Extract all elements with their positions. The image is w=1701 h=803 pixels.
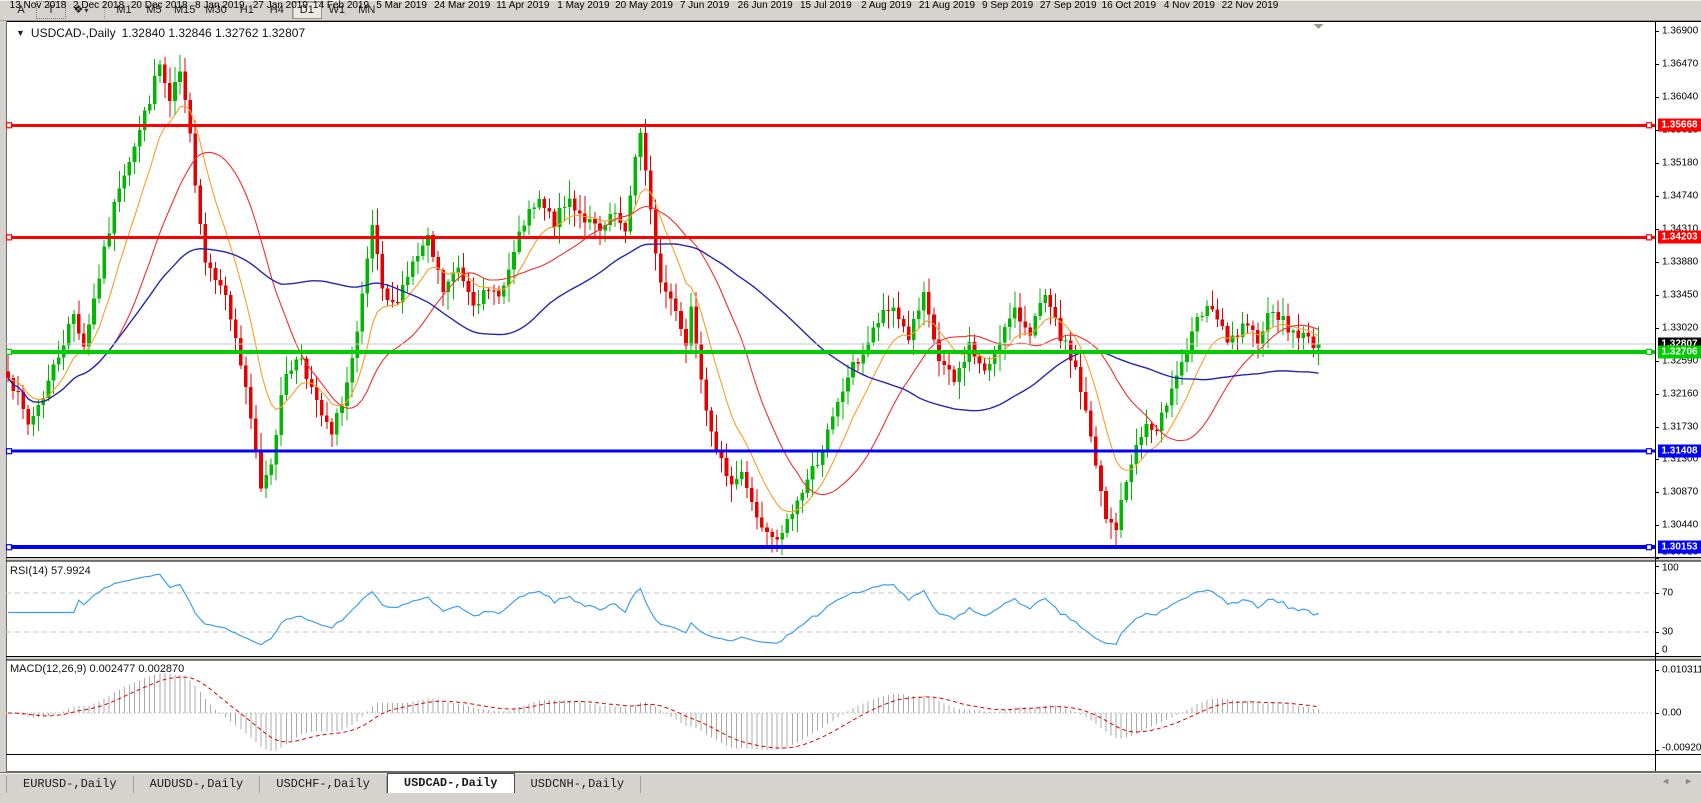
tab-eurusd-daily[interactable]: EURUSD-,Daily	[6, 776, 134, 793]
timeframe-button-H4[interactable]: H4	[262, 1, 292, 19]
marquee-tool-button[interactable]: T	[36, 1, 66, 19]
tab-usdchf-daily[interactable]: USDCHF-,Daily	[260, 776, 387, 793]
chart-canvas[interactable]	[0, 21, 1701, 803]
horizontal-line-1.32706[interactable]	[6, 349, 1655, 354]
timeframe-button-D1[interactable]: D1	[292, 1, 322, 19]
timeframe-button-M15[interactable]: M15	[169, 1, 200, 19]
timeframe-button-MN[interactable]: MN	[352, 1, 382, 19]
timeframe-button-M30[interactable]: M30	[200, 1, 231, 19]
tab-usdcnh-daily[interactable]: USDCNH-,Daily	[515, 776, 642, 793]
cursor-mode-button[interactable]: ❖▾	[66, 1, 96, 19]
chart-tab-bar: EURUSD-,DailyAUDUSD-,DailyUSDCHF-,DailyU…	[0, 772, 1701, 793]
timeframe-button-M1[interactable]: M1	[109, 1, 139, 19]
timeframe-button-W1[interactable]: W1	[322, 1, 352, 19]
top-toolbar: A T ❖▾ M1M5M15M30H1H4D1W1MN	[0, 0, 1701, 21]
timeframe-button-H1[interactable]: H1	[232, 1, 262, 19]
panel-splitter-rsi[interactable]	[0, 556, 1701, 561]
text-tool-button[interactable]: A	[6, 1, 36, 19]
chevron-down-icon: ▾	[84, 6, 88, 15]
panel-splitter-macd[interactable]	[0, 655, 1701, 660]
tab-audusd-daily[interactable]: AUDUSD-,Daily	[134, 776, 261, 793]
tab-scroll-left-button[interactable]: ◄	[1661, 776, 1670, 786]
timeframe-toolbar: M1M5M15M30H1H4D1W1MN	[104, 1, 386, 19]
tab-scroll-right-button[interactable]: ►	[1684, 776, 1693, 786]
tab-scroll-buttons: ◄ ►	[1661, 776, 1693, 786]
cursor-icon: ❖	[74, 4, 84, 16]
toolbar-tools-group: A T ❖▾	[2, 1, 100, 19]
tab-usdcad-daily[interactable]: USDCAD-,Daily	[387, 773, 515, 793]
timeframe-button-M5[interactable]: M5	[139, 1, 169, 19]
horizontal-line-1.30153[interactable]	[6, 545, 1655, 550]
